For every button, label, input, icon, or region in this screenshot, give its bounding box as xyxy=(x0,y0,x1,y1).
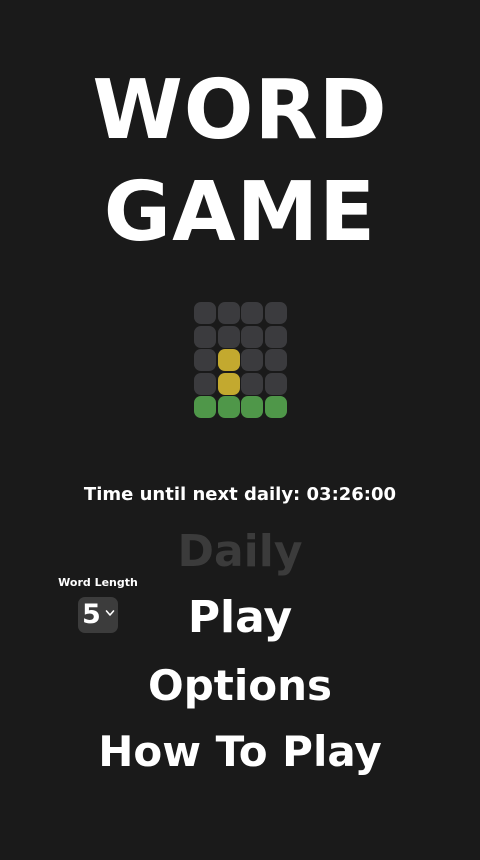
logo-tile-empty xyxy=(241,325,263,348)
logo-tile-empty xyxy=(264,349,287,371)
logo-tile-empty xyxy=(194,302,216,324)
logo-tile-empty xyxy=(241,349,263,371)
title-line-1: WORD xyxy=(92,63,388,158)
logo-tile-empty xyxy=(194,372,216,395)
logo-tile-empty xyxy=(217,325,240,348)
logo-tile-grid xyxy=(194,302,288,420)
logo-tile-correct xyxy=(264,396,287,418)
daily-countdown-timer: Time until next daily: 03:26:00 xyxy=(83,484,397,505)
title-line-2: GAME xyxy=(103,165,377,260)
logo-tile-empty xyxy=(194,325,216,348)
logo-tile-empty xyxy=(194,349,216,371)
logo-tile-empty xyxy=(217,302,240,324)
options-button[interactable]: Options xyxy=(0,659,480,713)
word-length-label: Word Length xyxy=(58,576,138,589)
logo-tile-empty xyxy=(264,325,287,348)
logo-tile-correct xyxy=(194,396,216,418)
logo-tile-correct xyxy=(217,396,240,418)
logo-tile-empty xyxy=(264,372,287,395)
logo-tile-present xyxy=(217,349,240,371)
how-to-play-button[interactable]: How To Play xyxy=(0,725,480,779)
logo-tile-empty xyxy=(241,302,263,324)
logo-tile-empty xyxy=(264,302,287,324)
logo-tile-empty xyxy=(241,372,263,395)
logo-tile-present xyxy=(217,372,240,395)
logo-tile-correct xyxy=(241,396,263,418)
daily-button[interactable]: Daily xyxy=(0,525,480,579)
play-button[interactable]: Play xyxy=(0,591,480,645)
